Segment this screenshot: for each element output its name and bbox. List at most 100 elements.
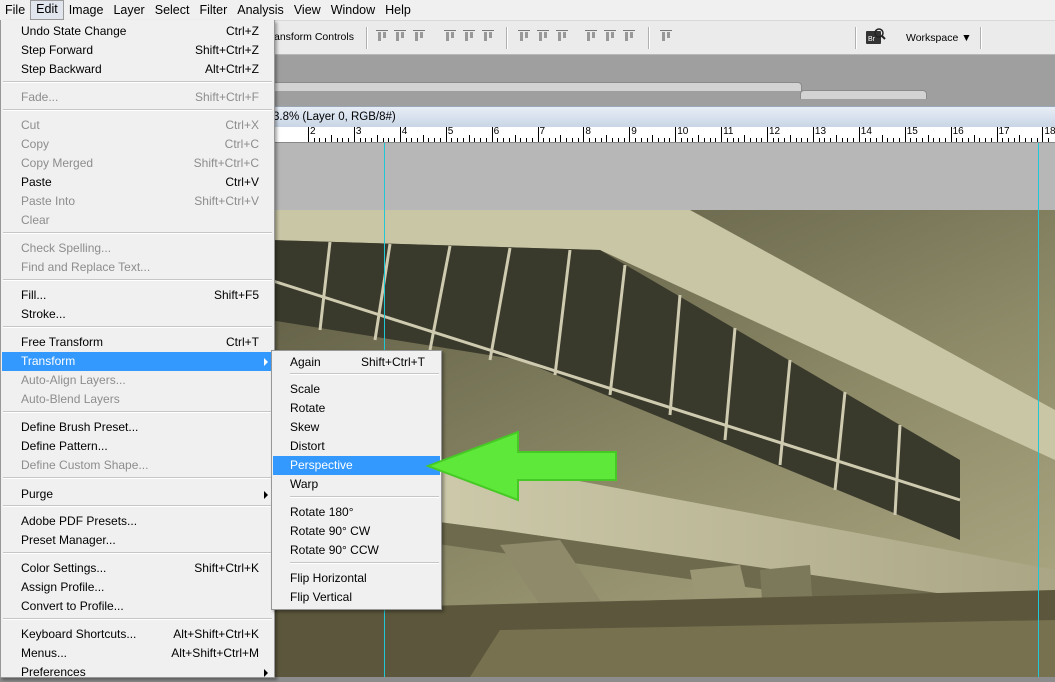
ruler-tick	[537, 127, 539, 142]
transform-item-rotate-90-cw[interactable]: Rotate 90° CW	[273, 522, 440, 541]
guide-line[interactable]	[1038, 143, 1039, 677]
ruler-tick	[571, 138, 573, 142]
edit-menu-item-color-settings[interactable]: Color Settings... Shift+Ctrl+K	[2, 559, 273, 578]
document-tab[interactable]	[800, 90, 927, 99]
ruler-tick	[680, 138, 682, 142]
menu-image[interactable]: Image	[64, 1, 109, 19]
ruler-tick	[881, 135, 883, 142]
menu-item-label: Distort	[290, 439, 325, 453]
edit-menu-item-preset-manager[interactable]: Preset Manager...	[2, 531, 273, 550]
menu-file[interactable]: File	[0, 1, 30, 19]
align-distribute-icon[interactable]	[444, 30, 456, 44]
transform-item-rotate-90-ccw[interactable]: Rotate 90° CCW	[273, 541, 440, 560]
edit-menu-item-auto-blend-layers[interactable]: Auto-Blend Layers	[2, 390, 273, 409]
align-distribute-icon[interactable]	[376, 30, 388, 44]
transform-item-distort[interactable]: Distort	[273, 437, 440, 456]
transform-item-again[interactable]: Again Shift+Ctrl+T	[273, 353, 440, 372]
menu-item-label: Copy Merged	[21, 156, 94, 170]
ruler-label: 8	[585, 126, 591, 137]
transform-item-rotate-180[interactable]: Rotate 180°	[273, 503, 440, 522]
edit-menu-item-free-transform[interactable]: Free Transform Ctrl+T	[2, 333, 273, 352]
workspace-button[interactable]: Workspace ▼	[900, 29, 978, 47]
align-distribute-icon[interactable]	[623, 30, 635, 44]
align-distribute-icon[interactable]	[604, 30, 616, 44]
transform-item-warp[interactable]: Warp	[273, 475, 440, 494]
edit-menu-item-find-and-replace-text[interactable]: Find and Replace Text...	[2, 258, 273, 277]
menu-item-shortcut: Ctrl+T	[226, 335, 259, 349]
edit-menu-item-paste-into[interactable]: Paste Into Shift+Ctrl+V	[2, 192, 273, 211]
edit-menu-item-undo-state-change[interactable]: Undo State Change Ctrl+Z	[2, 22, 273, 41]
show-transform-controls-label[interactable]: ansform Controls	[274, 31, 354, 43]
transform-item-flip-horizontal[interactable]: Flip Horizontal	[273, 569, 440, 588]
edit-menu-item-define-custom-shape[interactable]: Define Custom Shape...	[2, 456, 273, 475]
transform-item-flip-vertical[interactable]: Flip Vertical	[273, 588, 440, 607]
transform-item-skew[interactable]: Skew	[273, 418, 440, 437]
ruler-tick	[979, 138, 981, 142]
ruler-tick	[721, 127, 723, 142]
edit-menu-item-convert-to-profile[interactable]: Convert to Profile...	[2, 597, 273, 616]
ruler-tick	[927, 135, 929, 142]
align-distribute-icon[interactable]	[394, 30, 406, 44]
edit-menu-item-define-pattern[interactable]: Define Pattern...	[2, 437, 273, 456]
edit-menu-item-fade[interactable]: Fade... Shift+Ctrl+F	[2, 88, 273, 107]
ruler-tick	[669, 138, 671, 142]
edit-menu-item-paste[interactable]: Paste Ctrl+V	[2, 173, 273, 192]
edit-menu-item-step-backward[interactable]: Step Backward Alt+Ctrl+Z	[2, 60, 273, 79]
edit-menu-item-stroke[interactable]: Stroke...	[2, 305, 273, 324]
edit-menu-item-define-brush-preset[interactable]: Define Brush Preset...	[2, 418, 273, 437]
edit-menu-item-clear[interactable]: Clear	[2, 211, 273, 230]
align-distribute-icon[interactable]	[537, 30, 549, 44]
edit-menu-item-transform[interactable]: Transform	[2, 352, 273, 371]
menu-item-shortcut: Shift+Ctrl+T	[360, 355, 425, 369]
submenu-arrow-icon	[264, 358, 268, 366]
edit-menu-item-copy[interactable]: Copy Ctrl+C	[2, 135, 273, 154]
align-distribute-icon[interactable]	[660, 30, 672, 44]
edit-menu-item-assign-profile[interactable]: Assign Profile...	[2, 578, 273, 597]
ruler-tick	[548, 138, 550, 142]
edit-menu-item-step-forward[interactable]: Step Forward Shift+Ctrl+Z	[2, 41, 273, 60]
ruler-tick	[462, 138, 464, 142]
menu-item-label: Color Settings...	[21, 561, 107, 575]
edit-menu-item-preferences[interactable]: Preferences	[2, 663, 273, 682]
align-distribute-icon[interactable]	[585, 30, 597, 44]
ruler-tick	[330, 135, 332, 142]
menu-help[interactable]: Help	[380, 1, 416, 19]
align-distribute-icon[interactable]	[518, 30, 530, 44]
edit-menu-item-auto-align-layers[interactable]: Auto-Align Layers...	[2, 371, 273, 390]
menu-view[interactable]: View	[289, 1, 326, 19]
ruler-tick	[767, 127, 768, 142]
edit-menu-item-copy-merged[interactable]: Copy Merged Shift+Ctrl+C	[2, 154, 273, 173]
edit-menu-item-menus[interactable]: Menus... Alt+Shift+Ctrl+M	[2, 644, 273, 663]
menu-layer[interactable]: Layer	[108, 1, 149, 19]
bridge-icon[interactable]: Br	[864, 27, 886, 47]
align-distribute-icon[interactable]	[482, 30, 494, 44]
edit-menu-item-adobe-pdf-presets[interactable]: Adobe PDF Presets...	[2, 512, 273, 531]
ruler-tick	[898, 138, 900, 142]
menu-filter[interactable]: Filter	[194, 1, 232, 19]
menu-analysis[interactable]: Analysis	[232, 1, 289, 19]
menu-item-label: Paste Into	[21, 194, 76, 208]
transform-item-scale[interactable]: Scale	[273, 380, 440, 399]
edit-menu-item-fill[interactable]: Fill... Shift+F5	[2, 286, 273, 305]
menu-select[interactable]: Select	[150, 1, 195, 19]
options-separator	[980, 27, 982, 49]
ruler-tick	[480, 138, 482, 142]
edit-menu-item-check-spelling[interactable]: Check Spelling...	[2, 239, 273, 258]
align-distribute-icon[interactable]	[463, 30, 475, 44]
ruler-tick	[531, 138, 533, 142]
edit-menu-item-keyboard-shortcuts[interactable]: Keyboard Shortcuts... Alt+Shift+Ctrl+K	[2, 625, 273, 644]
menu-separator	[290, 562, 439, 564]
edit-menu-item-purge[interactable]: Purge	[2, 485, 273, 504]
align-distribute-icon[interactable]	[556, 30, 568, 44]
ruler-tick	[910, 138, 912, 142]
edit-menu-item-cut[interactable]: Cut Ctrl+X	[2, 116, 273, 135]
transform-item-rotate[interactable]: Rotate	[273, 399, 440, 418]
menu-item-shortcut: Shift+Ctrl+Z	[194, 43, 259, 57]
menu-item-label: Preset Manager...	[21, 533, 116, 547]
document-tab[interactable]	[270, 82, 802, 91]
transform-item-perspective[interactable]: Perspective	[273, 456, 440, 475]
menu-edit[interactable]: Edit	[30, 0, 64, 20]
ruler-tick	[646, 138, 648, 142]
menu-window[interactable]: Window	[326, 1, 380, 19]
align-distribute-icon[interactable]	[413, 30, 425, 44]
